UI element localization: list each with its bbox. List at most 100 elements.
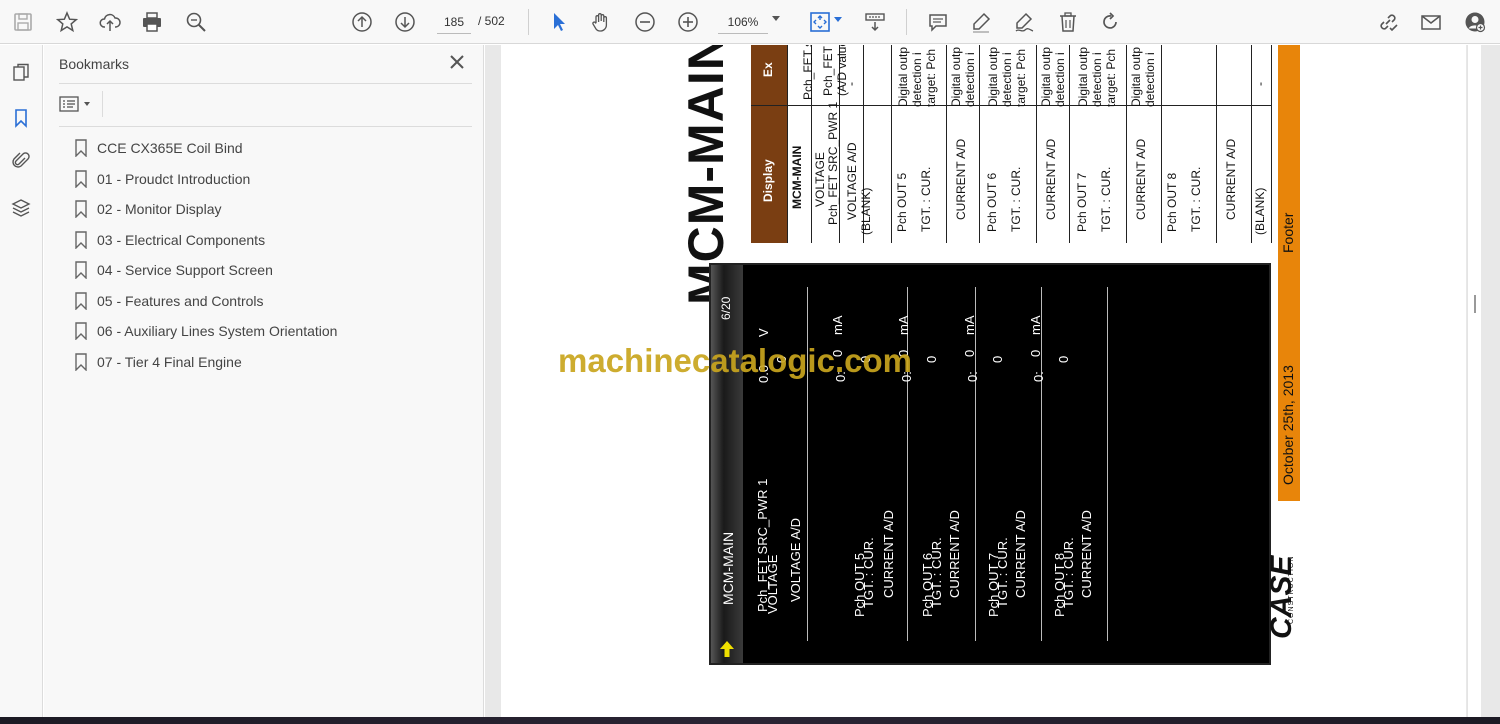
table-cell: Digital outp [986,46,1000,107]
table-cell: target: Pch [1104,48,1118,107]
bookmark-label: 07 - Tier 4 Final Engine [97,353,242,370]
taskbar-edge [0,717,1500,724]
table-cell: CURRENT A/D [1224,138,1238,220]
divider [59,83,472,84]
monitor-row-value: 0 [924,355,939,363]
bookmark-label: 03 - Electrical Components [97,231,266,248]
bookmark-label: 01 - Proudct Introduction [97,170,251,187]
table-cell: VOLTAGE A/D [845,142,859,220]
zoom-level[interactable]: 106% [718,10,768,34]
monitor-row-value: 0 [962,349,977,357]
bookmark-item[interactable]: 03 - Electrical Components [74,225,474,256]
bookmark-item[interactable]: 04 - Service Support Screen [74,255,474,286]
page-number-input[interactable] [437,10,471,34]
star-icon[interactable] [52,7,82,37]
table-cell: Digital outp [949,46,963,107]
monitor-row-value: 0 [990,355,1005,363]
monitor-row-value: 0: [1031,371,1046,382]
hand-icon[interactable] [586,7,616,37]
mail-icon[interactable] [1416,7,1446,37]
fit-page-icon[interactable] [805,7,835,37]
layers-icon[interactable] [8,195,34,221]
footer-label: Footer [1280,212,1296,253]
monitor-row-label: CURRENT A/D [881,510,896,598]
monitor-row-unit: mA [830,315,845,336]
table-cell: - [844,82,858,86]
monitor-row-value: 0 [1056,355,1071,363]
bookmark-label: 04 - Service Support Screen [97,262,273,279]
zoom-out-icon[interactable] [630,7,660,37]
bookmark-icon[interactable] [8,105,34,131]
page-down-icon[interactable] [390,7,420,37]
upload-icon[interactable] [95,7,125,37]
table-cell: (BLANK) [1253,187,1267,235]
table-line [787,45,788,243]
scrollbar-thumb[interactable] [1474,295,1476,313]
monitor-row-label: CURRENT A/D [1013,510,1028,598]
pages-icon[interactable] [8,60,34,86]
table-cell: Pch OUT 8 [1165,172,1179,232]
arrow-up-icon [720,641,734,657]
save-icon[interactable] [8,7,38,37]
top-toolbar: / 502 106% [0,0,1500,44]
close-icon[interactable] [448,53,466,71]
highlight-icon[interactable] [966,7,996,37]
monitor-row-label: VOLTAGE A/D [788,517,803,602]
monitor-title: MCM-MAIN [720,531,736,605]
table-cell: CURRENT A/D [954,138,968,220]
active-panel-indicator [36,113,42,125]
cursor-icon[interactable] [544,7,574,37]
table-cell: TGT. : CUR. [1009,166,1023,232]
table-cell: Pch_FET s [801,45,815,100]
table-cell: detection i [963,52,977,107]
table-cell: TGT. : CUR. [919,166,933,232]
table-header-display: Display [761,159,775,202]
bookmark-item[interactable]: 07 - Tier 4 Final Engine [74,347,474,378]
table-line [1069,45,1070,243]
table-cell: detection i [1143,52,1157,107]
bookmark-item[interactable]: 01 - Proudct Introduction [74,164,474,195]
chevron-down-icon [84,102,90,106]
table-cell: Pch_FET SRC_PWR 1 [826,101,840,225]
divider [102,91,103,117]
table-cell: Pch OUT 5 [895,172,909,232]
table-cell: VOLTAGE [813,152,827,207]
zoom-in-icon[interactable] [673,7,703,37]
table-line [891,45,892,243]
table-line [1216,45,1217,243]
rotate-icon[interactable] [1095,7,1125,37]
delete-icon[interactable] [1053,7,1083,37]
bookmark-label: 02 - Monitor Display [97,201,222,218]
table-cell: detection i [910,52,924,107]
bookmark-item[interactable]: 06 - Auxiliary Lines System Orientation [74,316,474,347]
toolbar-divider [528,9,529,35]
page-up-icon[interactable] [347,7,377,37]
account-icon[interactable] [1460,7,1490,37]
chevron-down-icon[interactable] [834,17,842,22]
bookmark-item[interactable]: 02 - Monitor Display [74,194,474,225]
chevron-down-icon[interactable] [772,16,780,21]
bookmark-icon [75,231,87,249]
bookmark-item[interactable]: 05 - Features and Controls [74,286,474,317]
document-viewport[interactable]: MCM-MAIN Display Ex MCM-MAIN Pch_FET SRC… [485,45,1500,717]
share-link-icon[interactable] [1373,7,1403,37]
vertical-scrollbar[interactable] [1467,45,1481,717]
monitor-row-value: 0 [1028,349,1043,357]
bookmark-options-button[interactable] [59,93,95,115]
table-cell: Digital outp [1039,46,1053,107]
attachment-icon[interactable] [8,148,34,174]
zoom-search-icon[interactable] [181,7,211,37]
footer-date: October 25th, 2013 [1280,365,1296,485]
table-cell: TGT. : CUR. [1099,166,1113,232]
table-cell: Digital outp [1129,46,1143,107]
scroll-mode-icon[interactable] [860,7,890,37]
print-icon[interactable] [137,7,167,37]
sign-icon[interactable] [1009,7,1039,37]
table-cell: Pch_FET s [821,45,835,96]
monitor-row-value: 0: [965,371,980,382]
table-cell: detection i [1053,52,1067,107]
bookmark-item[interactable]: CCE CX365E Coil Bind [74,133,474,164]
monitor-divider [1107,287,1108,641]
comment-icon[interactable] [923,7,953,37]
divider [59,126,472,127]
